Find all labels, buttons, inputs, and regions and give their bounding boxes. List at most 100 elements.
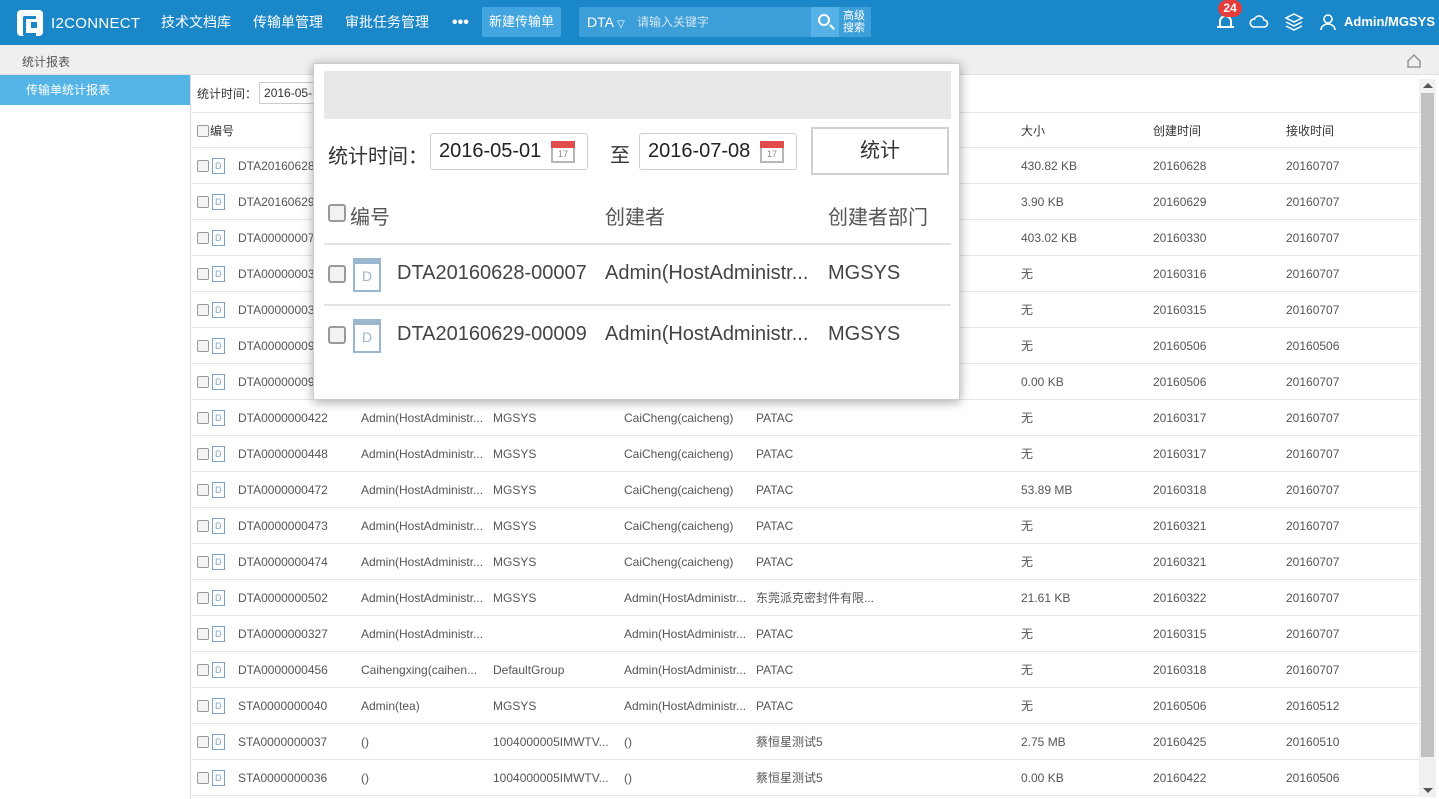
row-checkbox[interactable] — [197, 448, 209, 460]
row-created: 20160321 — [1153, 519, 1207, 533]
row-checkbox[interactable] — [197, 520, 209, 532]
row-id[interactable]: STA0000000040 — [238, 688, 353, 724]
row-receiver-dept: 蔡恒星测试5 — [756, 735, 823, 749]
home-icon[interactable] — [1406, 53, 1422, 69]
row-receiver: Admin(HostAdministr... — [624, 663, 747, 677]
statistics-button[interactable]: 统计 — [811, 127, 949, 175]
scroll-down-icon[interactable] — [1423, 788, 1433, 793]
row-receiver-dept: PATAC — [756, 447, 794, 461]
row-checkbox[interactable] — [197, 592, 209, 604]
row-id[interactable]: DTA0000000422 — [238, 400, 353, 436]
row-id[interactable]: DTA0000000474 — [238, 544, 353, 580]
row-size: 无 — [1021, 303, 1034, 317]
app-logo[interactable]: I2CONNECT — [17, 10, 140, 36]
row-id[interactable]: DTA0000000448 — [238, 436, 353, 472]
row-dept: MGSYS — [493, 591, 537, 605]
popup-start-date[interactable]: 2016-05-01 — [430, 133, 588, 170]
row-checkbox[interactable] — [197, 772, 209, 784]
row-receiver-dept: PATAC — [756, 627, 794, 641]
zoom-popup: 统计时间： 2016-05-01 至 2016-07-08 统计 编号 创建者 … — [313, 63, 960, 400]
advanced-search-button[interactable]: 高级搜索 — [839, 7, 871, 37]
table-row[interactable]: DTA0000000474 Admin(HostAdministr... MGSYS… — [192, 544, 1419, 580]
row-id[interactable]: DTA0000000327 — [238, 616, 353, 652]
nav-approval-tasks[interactable]: 审批任务管理 — [334, 0, 440, 45]
row-size: 无 — [1021, 267, 1034, 281]
row-checkbox[interactable] — [197, 700, 209, 712]
search-input[interactable] — [633, 7, 811, 37]
row-created: 20160315 — [1153, 627, 1207, 641]
scrollbar-thumb[interactable] — [1421, 93, 1434, 757]
row-checkbox[interactable] — [197, 556, 209, 568]
row-checkbox[interactable] — [328, 265, 346, 283]
row-checkbox[interactable] — [197, 412, 209, 424]
row-id[interactable]: DTA0000000456 — [238, 652, 353, 688]
row-created: 20160425 — [1153, 735, 1207, 749]
table-row[interactable]: DTA0000000422 Admin(HostAdministr... MGSYS… — [192, 400, 1419, 436]
table-row[interactable]: DTA0000000473 Admin(HostAdministr... MGSYS… — [192, 508, 1419, 544]
sidebar-item-transfer-stats[interactable]: 传输单统计报表 — [0, 75, 190, 105]
popup-header-id: 编号 — [350, 207, 390, 229]
row-checkbox[interactable] — [197, 196, 209, 208]
table-row[interactable]: DTA0000000327 Admin(HostAdministr... Admin… — [192, 616, 1419, 652]
row-created: 20160317 — [1153, 411, 1207, 425]
document-icon — [212, 266, 225, 282]
calendar-icon[interactable] — [551, 141, 575, 163]
scroll-up-icon[interactable] — [1423, 83, 1433, 88]
row-dept: MGSYS — [493, 699, 537, 713]
row-received: 20160506 — [1286, 339, 1340, 353]
row-creator: Admin(tea) — [361, 699, 420, 713]
row-creator: Caihengxing(caihen... — [361, 663, 478, 677]
search-button[interactable] — [811, 7, 839, 37]
table-row[interactable]: STA0000000040 Admin(tea) MGSYS Admin(HostAd… — [192, 688, 1419, 724]
row-checkbox[interactable] — [197, 628, 209, 640]
row-size: 无 — [1021, 663, 1034, 677]
select-all-checkbox[interactable] — [197, 125, 209, 137]
row-id[interactable]: DTA0000000502 — [238, 580, 353, 616]
row-received: 20160707 — [1286, 483, 1340, 497]
nav-transfer-management[interactable]: 传输单管理 — [242, 0, 334, 45]
row-size: 53.89 MB — [1021, 483, 1073, 497]
row-id[interactable]: DTA0000000472 — [238, 472, 353, 508]
search-type-select[interactable]: DTA ▽ — [579, 7, 633, 37]
popup-table-row[interactable]: DTA20160628-00007 Admin(HostAdministr...… — [324, 245, 951, 306]
table-row[interactable]: STA0000000037 () 1004000005IMWTV... () 蔡恒星测试… — [192, 724, 1419, 760]
row-size: 无 — [1021, 627, 1034, 641]
row-checkbox[interactable] — [197, 664, 209, 676]
popup-end-date[interactable]: 2016-07-08 — [639, 133, 797, 170]
table-row[interactable]: DTA0000000502 Admin(HostAdministr... MGSYS… — [192, 580, 1419, 616]
row-checkbox[interactable] — [197, 304, 209, 316]
nav-more-icon[interactable]: ••• — [440, 0, 481, 45]
row-creator: Admin(HostAdministr... — [361, 591, 484, 605]
logo-text: I2CONNECT — [51, 14, 141, 32]
user-name[interactable]: Admin/MGSYS — [1344, 14, 1435, 29]
cloud-icon[interactable] — [1249, 12, 1269, 32]
table-row[interactable]: DTA0000000448 Admin(HostAdministr... MGSYS… — [192, 436, 1419, 472]
row-id[interactable]: STA0000000037 — [238, 724, 353, 760]
row-receiver: CaiCheng(caicheng) — [624, 447, 734, 461]
table-row[interactable]: STA0000000036 () 1004000005IMWTV... () 蔡恒星测试… — [192, 760, 1419, 796]
row-checkbox[interactable] — [197, 160, 209, 172]
row-checkbox[interactable] — [197, 268, 209, 280]
row-checkbox[interactable] — [197, 340, 209, 352]
new-transfer-button[interactable]: 新建传输单 — [482, 7, 561, 37]
row-size: 0.00 KB — [1021, 771, 1064, 785]
calendar-icon[interactable] — [760, 141, 784, 163]
row-receiver-dept: PATAC — [756, 519, 794, 533]
row-received: 20160707 — [1286, 159, 1340, 173]
user-icon[interactable] — [1318, 12, 1338, 32]
popup-select-all-checkbox[interactable] — [328, 204, 346, 222]
row-created: 20160422 — [1153, 771, 1207, 785]
row-checkbox[interactable] — [197, 376, 209, 388]
row-id[interactable]: STA0000000036 — [238, 760, 353, 796]
nav-tech-docs[interactable]: 技术文档库 — [150, 0, 242, 45]
layers-icon[interactable] — [1284, 12, 1304, 32]
popup-table-row[interactable]: DTA20160629-00009 Admin(HostAdministr...… — [324, 306, 951, 366]
row-checkbox[interactable] — [197, 232, 209, 244]
table-row[interactable]: DTA0000000472 Admin(HostAdministr... MGSYS… — [192, 472, 1419, 508]
row-checkbox[interactable] — [197, 736, 209, 748]
vertical-scrollbar[interactable] — [1419, 79, 1436, 797]
row-checkbox[interactable] — [328, 326, 346, 344]
row-id[interactable]: DTA0000000473 — [238, 508, 353, 544]
table-row[interactable]: DTA0000000456 Caihengxing(caihen... Defaul… — [192, 652, 1419, 688]
row-checkbox[interactable] — [197, 484, 209, 496]
